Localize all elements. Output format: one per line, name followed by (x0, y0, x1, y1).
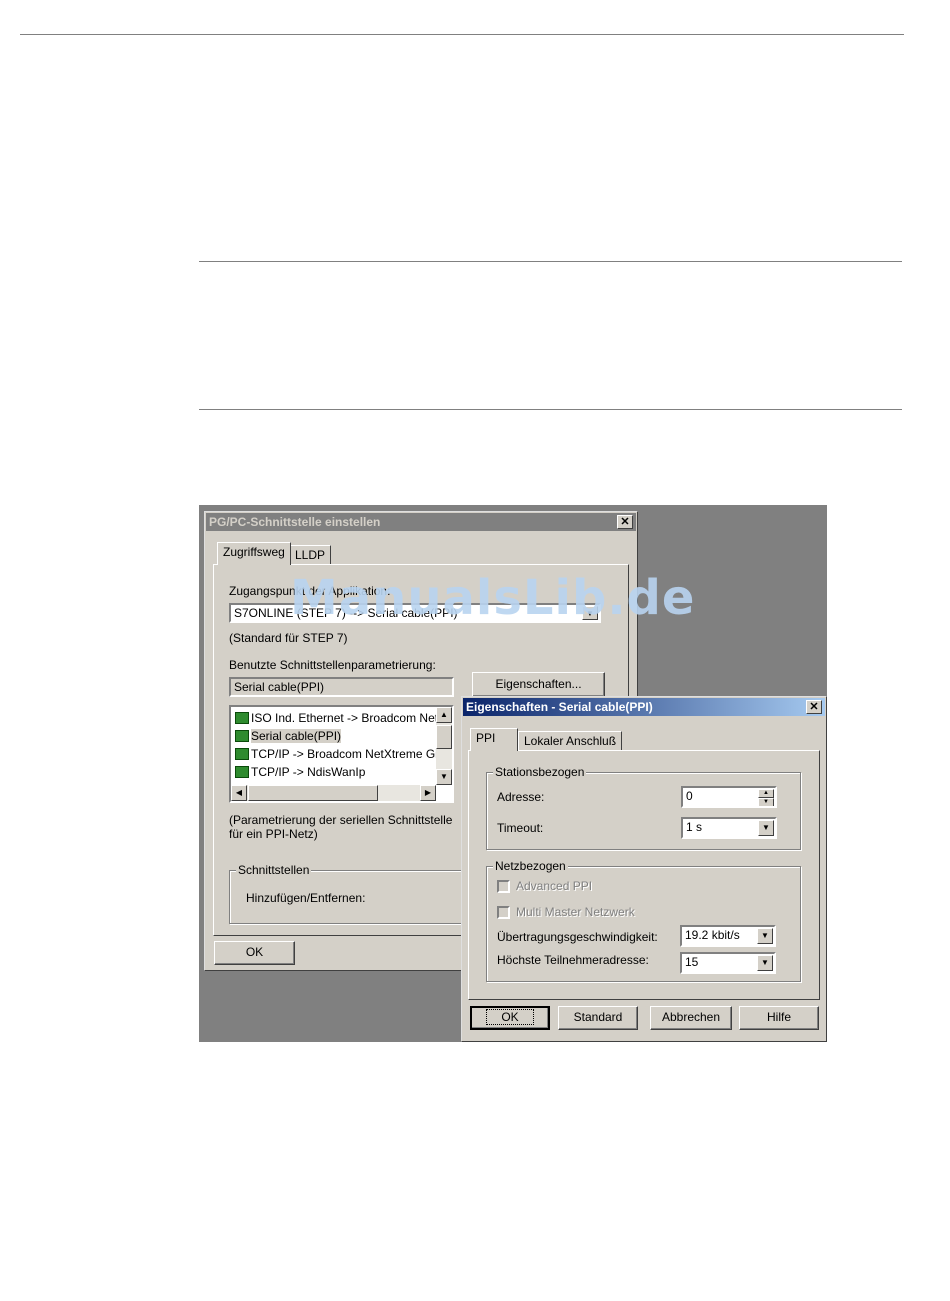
tab-lokaler-anschluss[interactable]: Lokaler Anschluß (518, 731, 623, 751)
list-item[interactable]: TCP/IP -> Broadcom NetXtreme Gi (235, 745, 438, 763)
properties-tabpanel: Stationsbezogen Adresse: 0 ▲ ▼ Timeout: … (468, 750, 820, 1000)
param-field: Serial cable(PPI) (229, 677, 454, 697)
horizontal-scrollbar[interactable]: ◀ ▶ (231, 785, 436, 801)
properties-title: Eigenschaften - Serial cable(PPI) (466, 700, 653, 714)
tab-lldp[interactable]: LLDP (289, 545, 332, 565)
param-label: Benutzte Schnittstellenparametrierung: (229, 658, 436, 672)
network-adapter-icon (235, 765, 249, 778)
speed-label: Übertragungsgeschwindigkeit: (497, 930, 658, 944)
speed-value: 19.2 kbit/s (685, 928, 740, 942)
param-value: Serial cable(PPI) (234, 680, 325, 694)
advanced-ppi-checkbox[interactable] (497, 880, 510, 893)
network-group: Netzbezogen Advanced PPI Multi Master Ne… (486, 859, 801, 982)
ok-button-label: OK (486, 1009, 534, 1025)
multi-master-checkbox[interactable] (497, 906, 510, 919)
multi-master-label: Multi Master Netzwerk (516, 905, 635, 919)
station-group-title: Stationsbezogen (493, 765, 587, 779)
tab-zugriffsweg[interactable]: Zugriffsweg (217, 542, 291, 565)
cancel-button[interactable]: Abbrechen (650, 1006, 732, 1030)
scroll-up-icon[interactable]: ▲ (436, 707, 452, 723)
description-line-1: (Parametrierung der seriellen Schnittste… (229, 813, 453, 827)
timeout-select[interactable]: 1 s ▼ (681, 817, 777, 839)
interface-list[interactable]: ISO Ind. Ethernet -> Broadcom NetX Seria… (229, 705, 454, 803)
timeout-label: Timeout: (497, 821, 544, 835)
pgpc-titlebar: PG/PC-Schnittstelle einstellen ✕ (206, 513, 636, 531)
scroll-right-icon[interactable]: ▶ (420, 785, 436, 801)
spin-up-icon[interactable]: ▲ (758, 789, 774, 798)
interfaces-group-title: Schnittstellen (236, 863, 312, 877)
chevron-down-icon[interactable]: ▼ (757, 955, 773, 971)
standard-button[interactable]: Standard (558, 1006, 638, 1030)
highest-address-select[interactable]: 15 ▼ (680, 952, 776, 974)
list-item[interactable]: ISO Ind. Ethernet -> Broadcom NetX (235, 709, 446, 727)
tab-ppi[interactable]: PPI (470, 728, 518, 751)
ok-button[interactable]: OK (470, 1006, 550, 1030)
scroll-thumb[interactable] (436, 725, 452, 749)
pgpc-title: PG/PC-Schnittstelle einstellen (209, 515, 381, 529)
address-label: Adresse: (497, 790, 545, 804)
network-adapter-icon (235, 747, 249, 760)
section-rule-2 (199, 409, 902, 410)
description-line-2: für ein PPI-Netz) (229, 827, 318, 841)
network-adapter-icon (235, 729, 249, 742)
pgpc-ok-button[interactable]: OK (214, 941, 295, 965)
highest-address-value: 15 (685, 955, 699, 969)
add-remove-label: Hinzufügen/Entfernen: (246, 891, 366, 905)
vertical-scrollbar[interactable]: ▲ ▼ (436, 707, 452, 785)
scroll-down-icon[interactable]: ▼ (436, 769, 452, 785)
timeout-value: 1 s (686, 820, 703, 834)
list-item-selected[interactable]: Serial cable(PPI) (235, 727, 342, 745)
page-top-rule (20, 34, 904, 35)
station-group: Stationsbezogen Adresse: 0 ▲ ▼ Timeout: … (486, 765, 801, 850)
properties-titlebar: Eigenschaften - Serial cable(PPI) ✕ (463, 698, 825, 716)
standard-hint: (Standard für STEP 7) (229, 631, 348, 645)
watermark: ManualsLib.de (290, 570, 696, 626)
address-spinbox[interactable]: 0 ▲ ▼ (681, 786, 777, 808)
spin-down-icon[interactable]: ▼ (758, 798, 774, 806)
chevron-down-icon[interactable]: ▼ (758, 820, 774, 836)
list-item[interactable]: TCP/IP -> NdisWanIp (235, 763, 365, 781)
address-value: 0 (686, 789, 693, 803)
properties-button[interactable]: Eigenschaften... (472, 672, 605, 697)
help-button[interactable]: Hilfe (739, 1006, 819, 1030)
section-rule-1 (199, 261, 902, 262)
scroll-left-icon[interactable]: ◀ (231, 785, 247, 801)
scroll-thumb-h[interactable] (248, 785, 378, 801)
chevron-down-icon[interactable]: ▼ (757, 928, 773, 944)
speed-select[interactable]: 19.2 kbit/s ▼ (680, 925, 776, 947)
advanced-ppi-label: Advanced PPI (516, 879, 593, 893)
highest-address-label: Höchste Teilnehmeradresse: (497, 953, 649, 967)
network-adapter-icon (235, 711, 249, 724)
close-icon[interactable]: ✕ (806, 700, 822, 714)
network-group-title: Netzbezogen (493, 859, 568, 873)
close-icon[interactable]: ✕ (617, 515, 633, 529)
properties-dialog: Eigenschaften - Serial cable(PPI) ✕ PPI … (461, 696, 827, 1042)
